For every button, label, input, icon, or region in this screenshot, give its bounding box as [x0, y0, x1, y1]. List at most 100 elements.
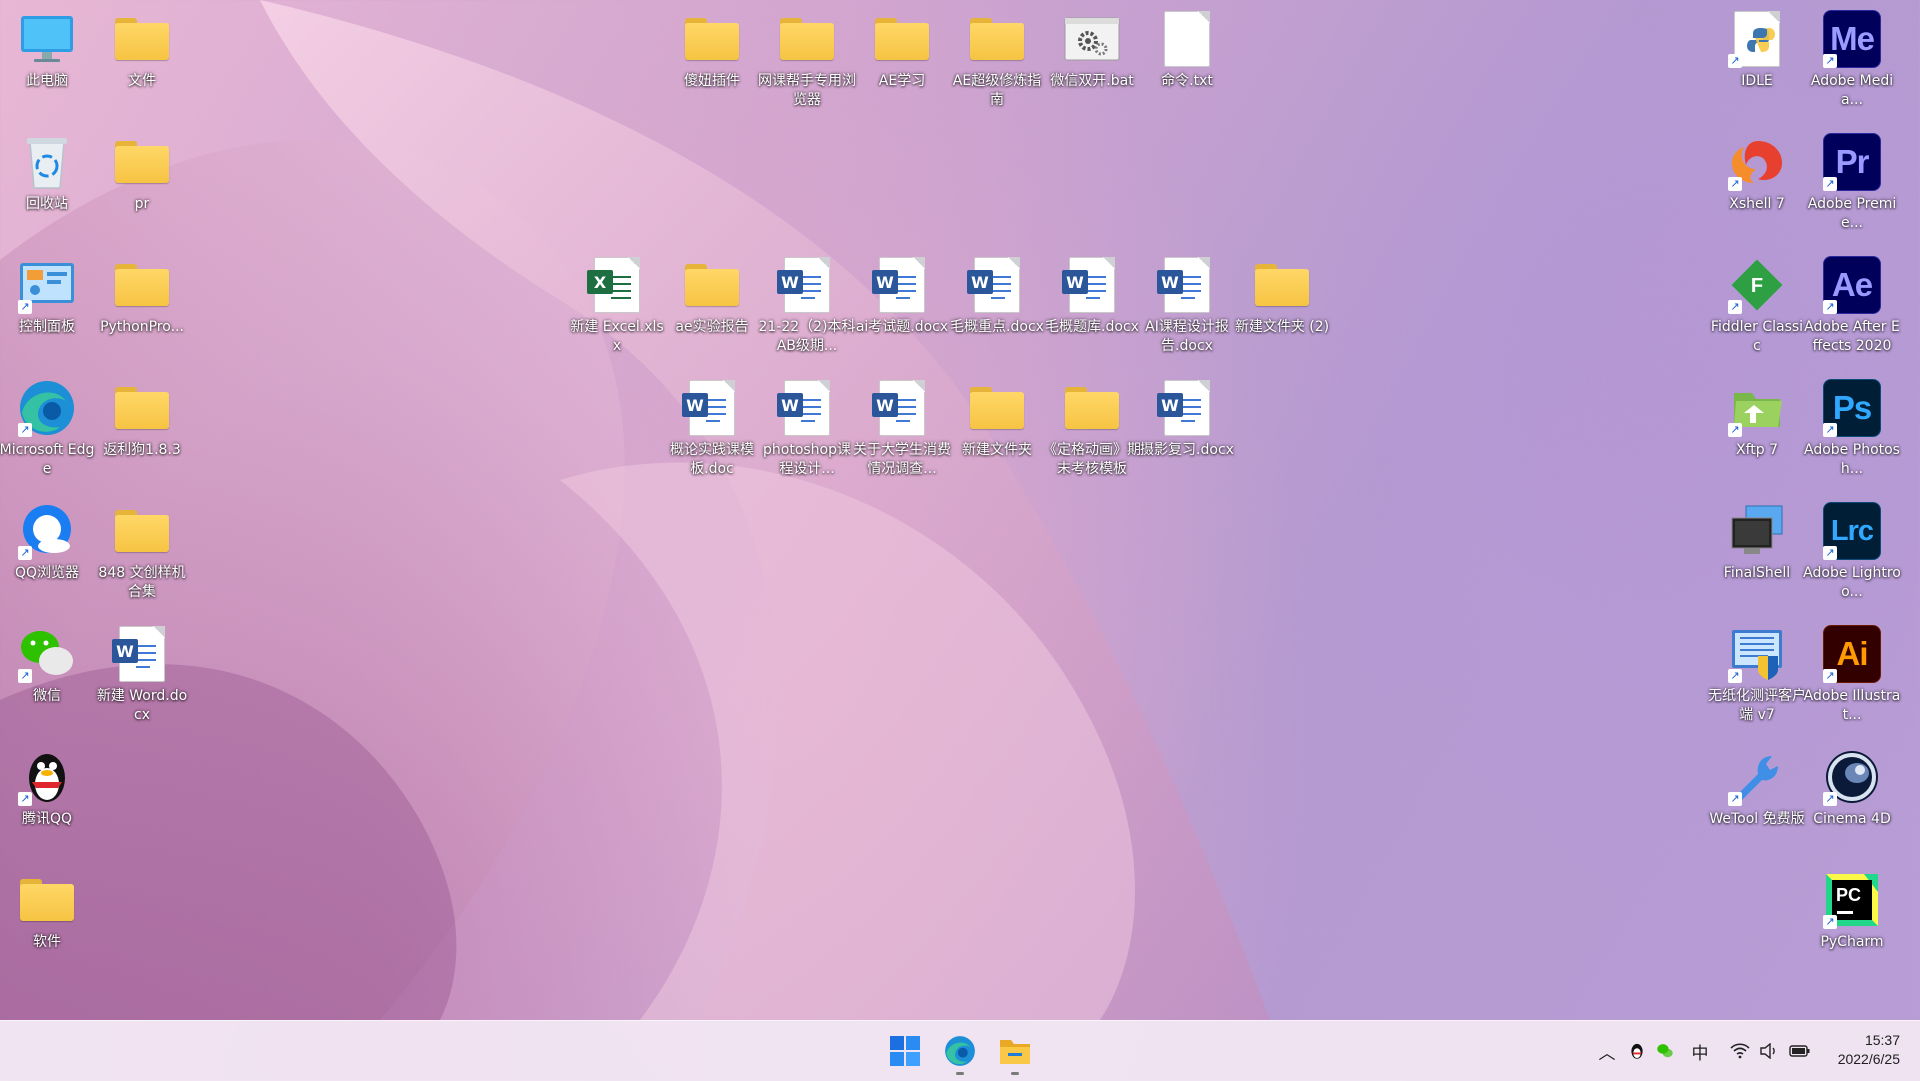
desktop-icon-folder-stop-motion[interactable]: 《定格动画》期末考核模板 — [1042, 373, 1142, 479]
adobe-photoshop-icon: Ps ↗ — [1823, 379, 1881, 437]
icon-label: 新建 Word.docx — [96, 688, 188, 723]
desktop-icon-doc-maogai-bank[interactable]: W 毛概题库.docx — [1042, 250, 1142, 337]
icon-label: 新建文件夹 — [962, 442, 1032, 458]
desktop-icon-doc-ai-exam[interactable]: W ai考试题.docx — [852, 250, 952, 337]
wetool-icon: ↗ — [1728, 748, 1786, 806]
folder-icon — [968, 379, 1026, 437]
desktop-icon-tencent-qq[interactable]: ↗ 腾讯QQ — [0, 742, 97, 829]
shortcut-arrow-icon: ↗ — [1823, 669, 1837, 683]
pycharm-abbr: PC — [1836, 885, 1862, 905]
shortcut-arrow-icon: ↗ — [1728, 792, 1742, 806]
icon-label: 回收站 — [26, 196, 68, 212]
word-doc-icon: W — [872, 379, 931, 437]
wifi-icon[interactable] — [1725, 1021, 1755, 1081]
icon-label: AI课程设计报告.docx — [1145, 319, 1229, 354]
desktop-icon-xftp[interactable]: ↗ Xftp 7 — [1707, 373, 1807, 460]
start-button[interactable] — [885, 1031, 925, 1071]
desktop-icon-folder-ae-study[interactable]: AE学习 — [852, 4, 952, 91]
desktop-icon-cinema4d[interactable]: ↗ Cinema 4D — [1802, 742, 1902, 829]
desktop-icon-folder-pythonpro[interactable]: PythonPro... — [92, 250, 192, 337]
text-file-icon — [1158, 10, 1216, 68]
excel-doc-icon: X — [587, 256, 646, 314]
desktop-icon-folder-files[interactable]: 文件 — [92, 4, 192, 91]
file-explorer-icon — [1000, 1040, 1030, 1064]
desktop-icon-folder-shaniu[interactable]: 傻妞插件 — [662, 4, 762, 91]
desktop-icon-doc-practice-template[interactable]: W 概论实践课模板.doc — [662, 373, 762, 479]
desktop-icon-doc-ai-course-report[interactable]: W AI课程设计报告.docx — [1137, 250, 1237, 356]
desktop-icon-folder-ae-report[interactable]: ae实验报告 — [662, 250, 762, 337]
shortcut-arrow-icon: ↗ — [18, 423, 32, 437]
desktop-icon-folder-ae-guide[interactable]: AE超级修炼指南 — [947, 4, 1047, 110]
desktop-icon-adobe-after-effects[interactable]: Ae ↗ Adobe After Effects 2020 — [1802, 250, 1902, 356]
icon-label: 文件 — [128, 73, 156, 89]
clock[interactable]: 15:37 2022/6/25 — [1838, 1031, 1900, 1069]
desktop-icon-folder-fanligou[interactable]: 返利狗1.8.3 — [92, 373, 192, 460]
desktop-icon-recycle-bin[interactable]: 回收站 — [0, 127, 97, 214]
cinema4d-icon: ↗ — [1823, 748, 1881, 806]
desktop-icon-this-pc[interactable]: 此电脑 — [0, 4, 97, 91]
clock-date: 2022/6/25 — [1837, 1051, 1900, 1067]
icon-label: Xftp 7 — [1735, 442, 1778, 458]
desktop-icon-adobe-lightroom[interactable]: Lrc ↗ Adobe Lightroo... — [1802, 496, 1902, 602]
desktop-icon-doc-photography-review[interactable]: W 摄影复习.docx — [1137, 373, 1237, 460]
icon-label: Adobe Illustrat... — [1803, 688, 1901, 723]
desktop-icon-doc-maogai-key[interactable]: W 毛概重点.docx — [947, 250, 1047, 337]
desktop-icon-idle[interactable]: ↗ IDLE — [1707, 4, 1807, 91]
shortcut-arrow-icon: ↗ — [1823, 792, 1837, 806]
desktop-icon-control-panel[interactable]: ↗ 控制面板 — [0, 250, 97, 337]
icon-label: PyCharm — [1820, 934, 1884, 950]
desktop-icon-adobe-illustrator[interactable]: Ai ↗ Adobe Illustrat... — [1802, 619, 1902, 725]
desktop[interactable]: 此电脑 回收站 ↗ 控制面板 ↗ Microsoft Edge ↗ QQ浏览器 … — [0, 0, 1920, 1020]
folder-icon — [873, 10, 931, 68]
folder-icon — [683, 256, 741, 314]
desktop-icon-adobe-media-encoder[interactable]: Me ↗ Adobe Media... — [1802, 4, 1902, 110]
edge-taskbar-button[interactable] — [940, 1031, 980, 1075]
desktop-icon-folder-new-2[interactable]: 新建文件夹 (2) — [1232, 250, 1332, 337]
tray-qq-icon[interactable] — [1625, 1021, 1649, 1081]
icon-label: 新建 Excel.xlsx — [570, 319, 664, 354]
icon-label: 微信双开.bat — [1050, 73, 1134, 89]
desktop-icon-adobe-premiere[interactable]: Pr ↗ Adobe Premie... — [1802, 127, 1902, 233]
battery-icon[interactable] — [1785, 1021, 1815, 1081]
desktop-icon-fiddler[interactable]: F ↗ Fiddler Classic — [1707, 250, 1807, 356]
desktop-icon-wechat[interactable]: ↗ 微信 — [0, 619, 97, 706]
icon-label: Adobe Lightroo... — [1803, 565, 1901, 600]
folder-icon — [1063, 379, 1121, 437]
folder-icon — [683, 10, 741, 68]
icon-label: photoshop课程设计... — [763, 442, 851, 477]
running-indicator — [1011, 1072, 1019, 1075]
desktop-icon-finalshell[interactable]: FinalShell — [1707, 496, 1807, 583]
qq-browser-icon: ↗ — [18, 502, 76, 560]
desktop-icon-wechat-bat[interactable]: 微信双开.bat — [1042, 4, 1142, 91]
desktop-icon-folder-new[interactable]: 新建文件夹 — [947, 373, 1047, 460]
folder-icon — [113, 379, 171, 437]
desktop-icon-doc-consumption-survey[interactable]: W 关于大学生消费情况调查... — [852, 373, 952, 479]
desktop-icon-exam-client[interactable]: ↗ 无纸化测评客户端 v7 — [1707, 619, 1807, 725]
desktop-icon-folder-pr[interactable]: pr — [92, 127, 192, 214]
desktop-icon-xshell[interactable]: ↗ Xshell 7 — [1707, 127, 1807, 214]
desktop-icon-adobe-photoshop[interactable]: Ps ↗ Adobe Photosh... — [1802, 373, 1902, 479]
desktop-icon-doc-photoshop-design[interactable]: W photoshop课程设计... — [757, 373, 857, 479]
tray-wechat-icon[interactable] — [1653, 1021, 1677, 1081]
xshell-icon: ↗ — [1728, 133, 1786, 191]
file-explorer-button[interactable] — [995, 1031, 1035, 1075]
desktop-icon-new-excel[interactable]: X 新建 Excel.xlsx — [567, 250, 667, 356]
desktop-icon-doc-exam-2122[interactable]: W 21-22（2)本科AB级期... — [757, 250, 857, 356]
shortcut-arrow-icon: ↗ — [1823, 177, 1837, 191]
desktop-icon-command-txt[interactable]: 命令.txt — [1137, 4, 1237, 91]
icon-label: FinalShell — [1723, 565, 1791, 581]
desktop-icon-folder-software[interactable]: 软件 — [0, 865, 97, 952]
desktop-icon-folder-course-browser[interactable]: 网课帮手专用浏览器 — [757, 4, 857, 110]
desktop-icon-pycharm[interactable]: PC ↗ PyCharm — [1802, 865, 1902, 952]
desktop-icon-wetool[interactable]: ↗ WeTool 免费版 — [1707, 742, 1807, 829]
desktop-icon-qq-browser[interactable]: ↗ QQ浏览器 — [0, 496, 97, 583]
icon-label: Adobe Premie... — [1807, 196, 1897, 231]
ime-indicator[interactable]: 中 — [1685, 1021, 1715, 1081]
icon-label: pr — [134, 196, 150, 212]
desktop-icon-new-word[interactable]: W 新建 Word.docx — [92, 619, 192, 725]
desktop-icon-folder-mockups[interactable]: 848 文创样机合集 — [92, 496, 192, 602]
icon-label: AE学习 — [878, 73, 926, 89]
show-hidden-icons-button[interactable]: ︿ — [1595, 1021, 1619, 1081]
volume-icon[interactable] — [1755, 1021, 1783, 1081]
desktop-icon-microsoft-edge[interactable]: ↗ Microsoft Edge — [0, 373, 97, 479]
